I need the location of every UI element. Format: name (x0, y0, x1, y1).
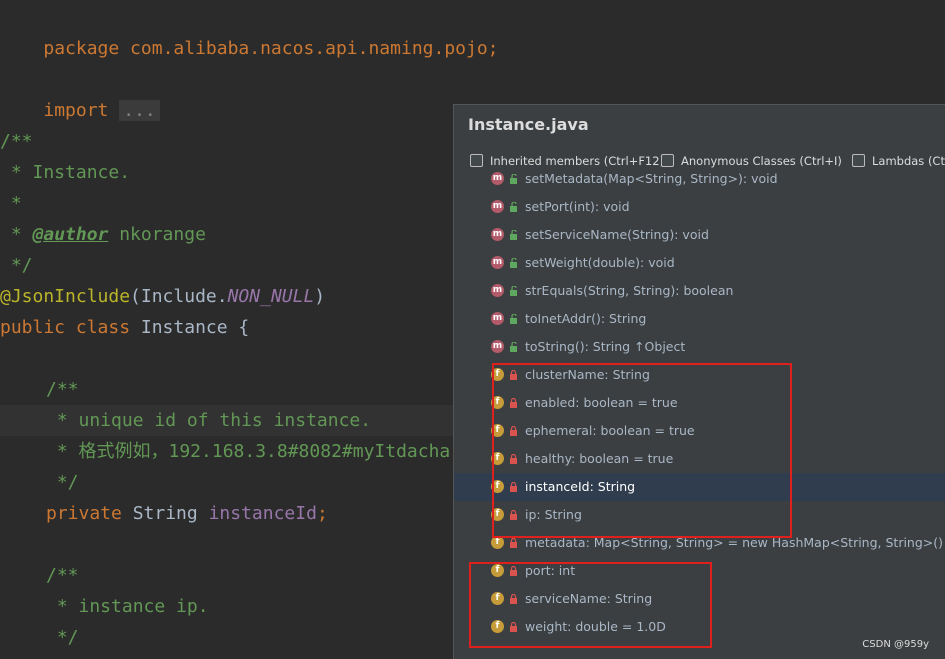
member-row[interactable]: m setServiceName(String): void (454, 221, 945, 249)
member-label: setServiceName(String): void (525, 227, 709, 242)
highlight-box-fields-2 (469, 562, 712, 648)
private-lock-icon (510, 538, 517, 548)
public-visibility-icon (510, 174, 517, 184)
member-label: toInetAddr(): String (525, 311, 647, 326)
member-row[interactable]: m toInetAddr(): String (454, 305, 945, 333)
class-name: Instance { (130, 317, 250, 338)
private-keyword: private (46, 503, 122, 524)
member-row[interactable]: m setPort(int): void (454, 193, 945, 221)
member-row[interactable]: m toString(): String ↑Object (454, 333, 945, 361)
public-visibility-icon (510, 314, 517, 324)
public-visibility-icon (510, 202, 517, 212)
method-icon: m (491, 200, 504, 213)
field-name: instanceId (208, 503, 317, 524)
watermark: CSDN @959y (862, 639, 929, 650)
author-name: nkorange (108, 224, 206, 245)
method-icon: m (491, 284, 504, 297)
member-label: setPort(int): void (525, 199, 630, 214)
member-label: setWeight(double): void (525, 255, 675, 270)
member-label: toString(): String ↑Object (525, 339, 686, 354)
method-icon: m (491, 340, 504, 353)
field-type: String (121, 503, 209, 524)
popup-title: Instance.java (468, 115, 589, 134)
public-visibility-icon (510, 230, 517, 240)
member-row[interactable]: m strEquals(String, String): boolean (454, 277, 945, 305)
method-icon: m (491, 312, 504, 325)
public-visibility-icon (510, 286, 517, 296)
member-row[interactable]: m setWeight(double): void (454, 249, 945, 277)
public-visibility-icon (510, 258, 517, 268)
member-row[interactable]: m setMetadata(Map<String, String>): void (454, 165, 945, 193)
semicolon: ; (316, 503, 328, 524)
highlight-box-fields (492, 363, 792, 538)
import-keyword: import (43, 100, 109, 121)
author-tag: @author (32, 224, 109, 245)
annotation-args: (Include. (130, 286, 228, 307)
public-visibility-icon (510, 342, 517, 352)
class-keywords: public class (0, 317, 131, 338)
file-structure-popup[interactable]: Instance.java Inherited members (Ctrl+F1… (453, 104, 945, 659)
method-icon: m (491, 228, 504, 241)
annotation-end: ) (314, 286, 326, 307)
method-icon: m (491, 256, 504, 269)
member-label: strEquals(String, String): boolean (525, 283, 734, 298)
import-fold[interactable]: ... (119, 100, 160, 121)
annotation-name: @JsonInclude (0, 286, 131, 307)
method-icon: m (491, 172, 504, 185)
member-label: setMetadata(Map<String, String>): void (525, 171, 778, 186)
annotation-const: NON_NULL (227, 286, 315, 307)
package-statement: package com.alibaba.nacos.api.naming.poj… (43, 38, 499, 59)
code-line-import: import ... (0, 64, 945, 121)
code-line-package: package com.alibaba.nacos.api.naming.poj… (0, 2, 945, 59)
